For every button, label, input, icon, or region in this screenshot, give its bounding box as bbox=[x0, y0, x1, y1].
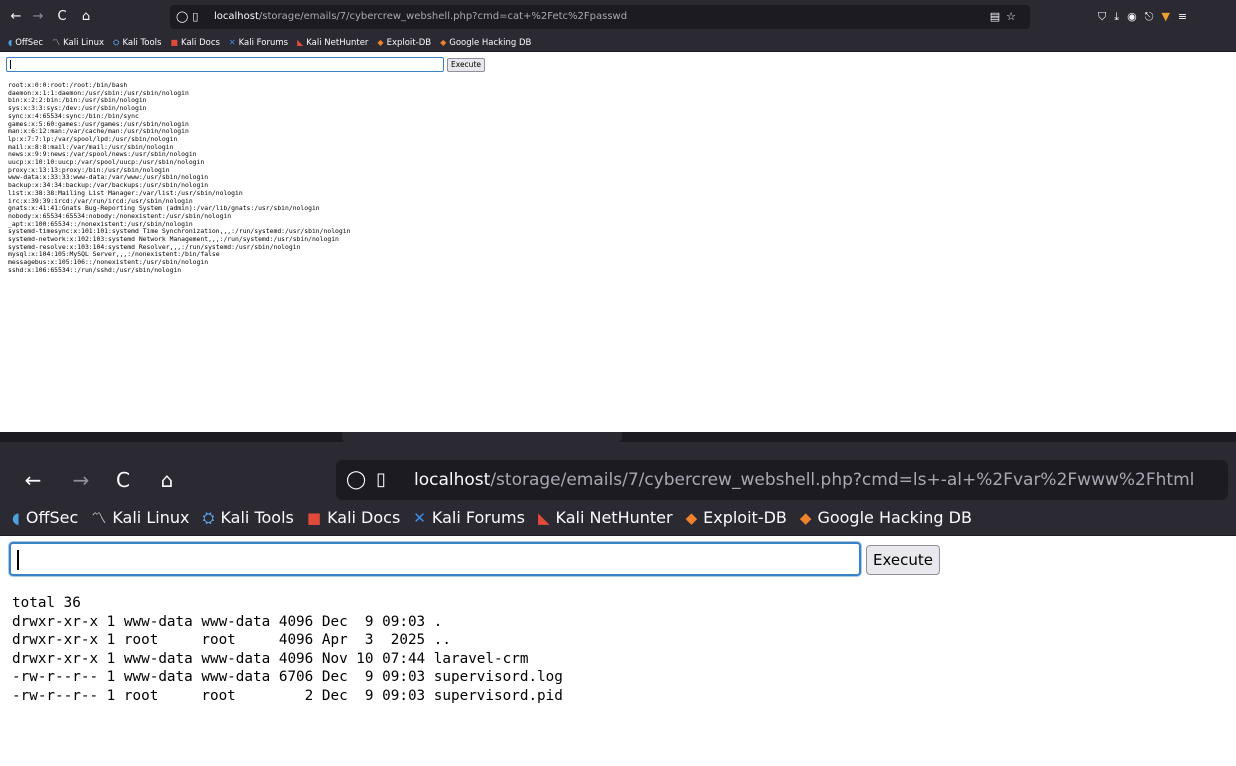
bookmark-star-icon[interactable]: ☆ bbox=[1006, 10, 1022, 23]
forward-arrow-icon[interactable]: → bbox=[68, 468, 94, 492]
pocket-icon[interactable]: ⛉ bbox=[1098, 10, 1114, 23]
back-arrow-icon[interactable]: ← bbox=[20, 468, 46, 492]
kali-docs-icon: ■ bbox=[170, 38, 179, 47]
shield-icon[interactable]: ◯ bbox=[176, 10, 192, 23]
url-bar[interactable]: ◯▯ localhost/storage/emails/7/cybercrew_… bbox=[170, 5, 1030, 29]
kali-docs-icon: ■ bbox=[306, 509, 322, 527]
bookmark-exploit-db[interactable]: ◆ Exploit-DB bbox=[686, 504, 787, 532]
text-caret bbox=[10, 60, 11, 69]
bookmark-kali-linux[interactable]: 〽 Kali Linux bbox=[91, 504, 189, 532]
tab-strip bbox=[0, 432, 1236, 442]
reader-view-icon[interactable]: ▤ bbox=[990, 10, 1006, 23]
shield-icon[interactable]: ◯ bbox=[346, 469, 376, 490]
bookmark-kali-linux[interactable]: 〽 Kali Linux bbox=[52, 36, 104, 50]
url-status-icons: ◯▯ bbox=[346, 468, 396, 492]
bookmark-kali-forums[interactable]: ✕ Kali Forums bbox=[229, 36, 288, 50]
bookmark-kali-nethunter[interactable]: ◣ Kali NetHunter bbox=[538, 504, 673, 532]
text-caret bbox=[17, 550, 19, 570]
kali-tools-icon: ⛭ bbox=[113, 38, 120, 47]
toolbar-right-icons: ⛉⤓◉⎋▼≡ bbox=[1098, 8, 1195, 26]
extensions-icon[interactable]: ⎋ bbox=[1145, 10, 1162, 23]
bookmark-offsec[interactable]: ◖ OffSec bbox=[12, 504, 78, 532]
bookmark-ghdb[interactable]: ◆ Google Hacking DB bbox=[800, 504, 972, 532]
account-icon[interactable]: ◉ bbox=[1127, 10, 1145, 23]
kali-dragon-icon: 〽 bbox=[91, 509, 107, 527]
execute-button[interactable]: Execute bbox=[447, 58, 485, 72]
kali-forums-icon: ✕ bbox=[413, 509, 426, 527]
url-bar[interactable]: ◯▯ localhost/storage/emails/7/cybercrew_… bbox=[336, 460, 1228, 500]
home-icon[interactable]: ⌂ bbox=[154, 468, 180, 492]
active-tab[interactable] bbox=[342, 432, 622, 442]
menu-icon[interactable]: ≡ bbox=[1178, 10, 1195, 23]
screenshot-passwd: ← → C ⌂ ◯▯ localhost/storage/emails/7/cy… bbox=[0, 0, 1236, 412]
command-output-passwd: root:x:0:0:root:/root:/bin/bash daemon:x… bbox=[8, 81, 351, 274]
url-path: /storage/emails/7/cybercrew_webshell.php… bbox=[258, 11, 628, 22]
url-text[interactable]: localhost/storage/emails/7/cybercrew_web… bbox=[214, 8, 627, 26]
bookmark-kali-tools[interactable]: ⛭ Kali Tools bbox=[113, 36, 161, 50]
home-icon[interactable]: ⌂ bbox=[78, 8, 94, 26]
download-icon[interactable]: ⤓ bbox=[1114, 10, 1127, 23]
page-icon[interactable]: ▯ bbox=[192, 10, 202, 23]
url-host: localhost bbox=[414, 470, 491, 490]
command-input[interactable] bbox=[9, 542, 861, 576]
screenshot-ls: ← → C ⌂ ◯▯ localhost/storage/emails/7/cy… bbox=[0, 432, 1236, 766]
bookmark-kali-tools[interactable]: ⛭ Kali Tools bbox=[202, 504, 293, 532]
command-output-ls: total 36 drwxr-xr-x 1 www-data www-data … bbox=[12, 595, 563, 704]
bookmarks-list: ◖ OffSec 〽 Kali Linux ⛭ Kali Tools ■ Kali Do… bbox=[12, 504, 972, 532]
url-status-icons: ◯▯ bbox=[176, 8, 202, 26]
bookmark-kali-forums[interactable]: ✕ Kali Forums bbox=[413, 504, 525, 532]
page-icon[interactable]: ▯ bbox=[376, 469, 396, 490]
kali-forums-icon: ✕ bbox=[228, 38, 236, 47]
url-host: localhost bbox=[214, 11, 259, 22]
bookmark-kali-docs[interactable]: ■ Kali Docs bbox=[307, 504, 400, 532]
execute-button[interactable]: Execute bbox=[866, 545, 940, 575]
bookmark-ghdb[interactable]: ◆ Google Hacking DB bbox=[440, 36, 531, 50]
bookmark-kali-nethunter[interactable]: ◣ Kali NetHunter bbox=[297, 36, 368, 50]
back-arrow-icon[interactable]: ← bbox=[8, 8, 24, 26]
nethunter-icon: ◣ bbox=[297, 38, 304, 47]
offsec-icon: ◖ bbox=[8, 38, 13, 47]
kali-dragon-icon: 〽 bbox=[52, 38, 61, 47]
kali-tools-icon: ⛭ bbox=[202, 509, 215, 527]
url-path: /storage/emails/7/cybercrew_webshell.php… bbox=[490, 470, 1195, 490]
browser-toolbar: ← → C ⌂ ◯▯ localhost/storage/emails/7/cy… bbox=[0, 0, 1236, 34]
ghdb-icon: ◆ bbox=[799, 509, 812, 527]
browser-toolbar-zoomed: ← → C ⌂ ◯▯ localhost/storage/emails/7/cy… bbox=[0, 442, 1236, 502]
offsec-icon: ◖ bbox=[12, 509, 20, 527]
forward-arrow-icon[interactable]: → bbox=[30, 8, 46, 26]
reload-icon[interactable]: C bbox=[110, 468, 136, 492]
ghdb-icon: ◆ bbox=[440, 38, 447, 47]
fox-extension-icon[interactable]: ▼ bbox=[1161, 10, 1177, 23]
nethunter-icon: ◣ bbox=[537, 509, 550, 527]
exploit-db-icon: ◆ bbox=[685, 509, 698, 527]
url-actions: ▤☆ bbox=[990, 8, 1022, 26]
bookmark-kali-docs[interactable]: ■ Kali Docs bbox=[170, 36, 219, 50]
reload-icon[interactable]: C bbox=[54, 8, 70, 26]
exploit-db-icon: ◆ bbox=[377, 38, 384, 47]
bookmarks-list: ◖ OffSec 〽 Kali Linux ⛭ Kali Tools ■ Kali Do… bbox=[8, 36, 531, 50]
bookmark-exploit-db[interactable]: ◆ Exploit-DB bbox=[377, 36, 431, 50]
url-text[interactable]: localhost/storage/emails/7/cybercrew_web… bbox=[414, 468, 1194, 492]
command-input[interactable] bbox=[6, 57, 444, 72]
bookmark-offsec[interactable]: ◖ OffSec bbox=[8, 36, 43, 50]
